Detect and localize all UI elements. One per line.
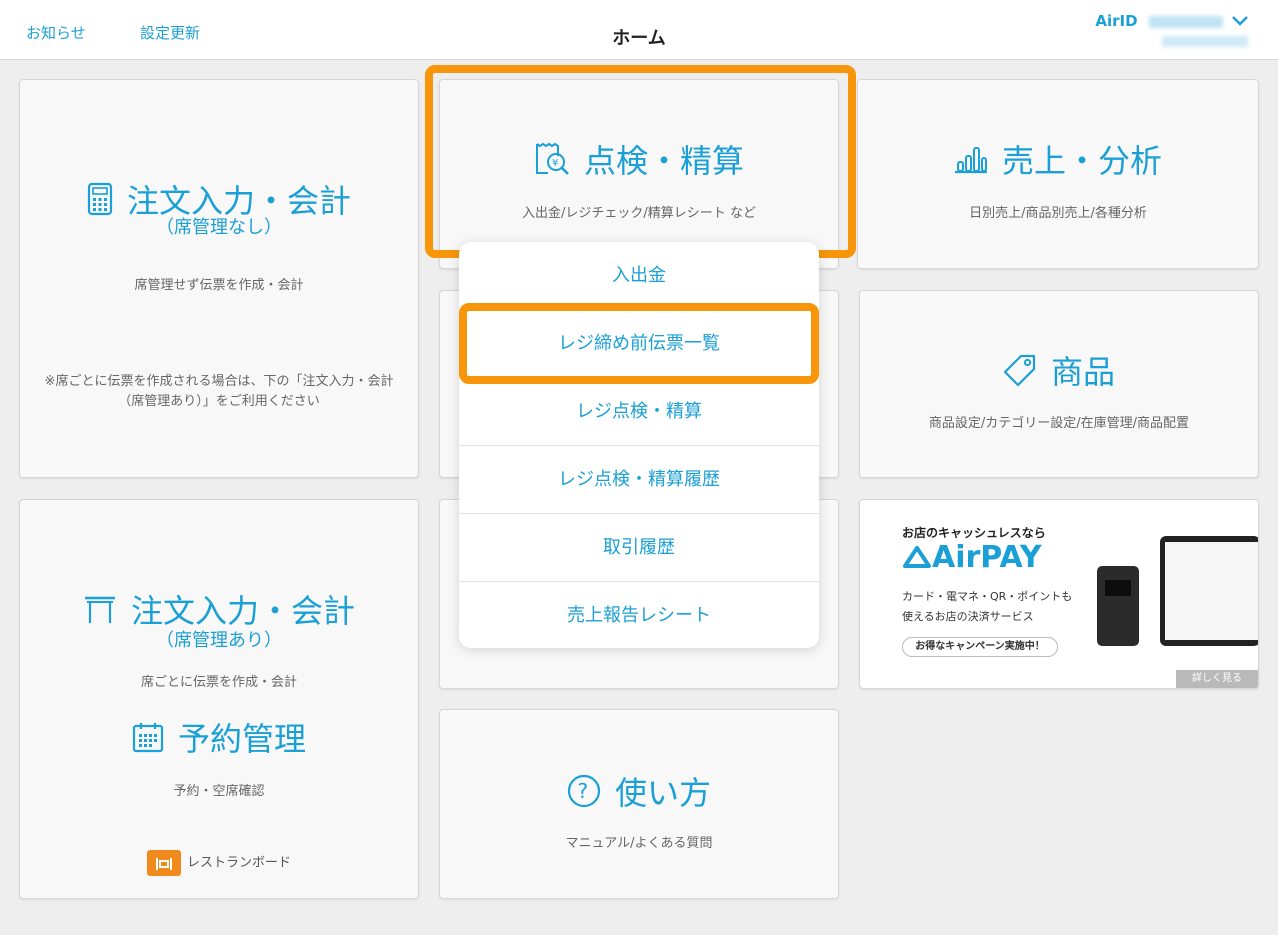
card-terminal-image: [1097, 566, 1139, 646]
restaurant-board-link[interactable]: レストランボード: [20, 850, 418, 876]
order-entry-description: 席管理せず伝票を作成・会計: [134, 278, 304, 293]
reservation-title: 予約管理: [177, 720, 306, 758]
inspection-settlement-card[interactable]: ¥ 点検・精算 入出金/レジチェック/精算レシート など: [439, 79, 839, 269]
restaurant-board-logo-icon: [146, 850, 181, 876]
svg-text:?: ?: [577, 779, 588, 803]
chevron-down-icon: [1232, 14, 1248, 30]
ad-line-1: カード・電マネ・QR・ポイントも: [902, 590, 1073, 603]
airid-account-menu[interactable]: AirID: [1095, 12, 1248, 30]
sales-title: 売上・分析: [1001, 142, 1162, 180]
no-seat-subtitle: （席管理なし）: [156, 217, 282, 238]
airid-label: AirID: [1095, 12, 1138, 30]
sales-description: 日別売上/商品別売上/各種分析: [969, 206, 1147, 221]
reservation-description: 予約・空席確認: [173, 784, 265, 799]
inspection-dropdown-menu: 入出金 レジ締め前伝票一覧 レジ点検・精算 レジ点検・精算履歴 取引履歴 売上報…: [459, 242, 819, 648]
svg-text:¥: ¥: [552, 158, 558, 169]
sales-analysis-card[interactable]: 売上・分析 日別売上/商品別売上/各種分析: [857, 79, 1259, 269]
products-description: 商品設定/カテゴリー設定/在庫管理/商品配置: [928, 416, 1190, 431]
inspection-title: 点検・精算: [583, 142, 744, 180]
inspection-title-row: ¥ 点検・精算: [440, 136, 838, 184]
campaign-button[interactable]: お得なキャンペーン実施中！: [902, 637, 1058, 657]
tablet-image: [1160, 536, 1258, 646]
receipt-search-icon: ¥: [534, 142, 570, 184]
airpay-ad-banner[interactable]: お店のキャッシュレスなら AirPAY カード・電マネ・QR・ポイントも 使える…: [859, 499, 1259, 689]
with-seat-subtitle: （席管理あり）: [156, 630, 282, 651]
restaurant-board-label: レストランボード: [186, 855, 291, 871]
menu-item-deposit-withdrawal[interactable]: 入出金: [459, 242, 819, 310]
airpay-logo-text: AirPAY: [932, 540, 1042, 575]
order-entry-seat-card[interactable]: 注文入力・会計 （席管理あり） 席ごとに伝票を作成・会計 予約管理 予約・空席確…: [19, 499, 419, 899]
order-entry-no-seat-card[interactable]: 注文入力・会計 （席管理なし） 席管理せず伝票を作成・会計 ※席ごとに伝票を作成…: [19, 79, 419, 478]
airpay-logo: AirPAY: [902, 540, 1042, 575]
howto-title: 使い方: [614, 774, 711, 812]
order-entry-note: ※席ごとに伝票を作成される場合は、下の「注文入力・会計（席管理あり）」をご利用く…: [44, 374, 394, 409]
menu-item-inspection-history[interactable]: レジ点検・精算履歴: [459, 446, 819, 514]
menu-item-sales-report-receipt[interactable]: 売上報告レシート: [459, 582, 819, 648]
sales-title-row: 売上・分析: [858, 136, 1258, 182]
how-to-use-card[interactable]: ? 使い方 マニュアル/よくある質問: [439, 709, 839, 899]
calendar-icon: [132, 721, 164, 761]
products-card[interactable]: 商品 商品設定/カテゴリー設定/在庫管理/商品配置: [859, 290, 1259, 478]
reservation-title-row[interactable]: 予約管理: [20, 714, 418, 761]
page-title: ホーム: [612, 28, 666, 49]
ad-line-2: 使えるお店の決済サービス: [902, 610, 1034, 623]
inspection-description: 入出金/レジチェック/精算レシート など: [522, 206, 756, 221]
see-details-button[interactable]: 詳しく見る: [1176, 670, 1258, 688]
howto-title-row: ? 使い方: [440, 768, 838, 816]
products-title: 商品: [1050, 353, 1115, 391]
bar-chart-icon: [954, 144, 988, 182]
help-circle-icon: ?: [567, 774, 601, 816]
menu-item-transaction-history[interactable]: 取引履歴: [459, 514, 819, 582]
tag-icon: [1003, 353, 1037, 395]
order-seat-title: 注文入力・会計: [130, 592, 355, 630]
menu-item-pre-closing-slips[interactable]: レジ締め前伝票一覧: [459, 310, 819, 378]
ad-headline: お店のキャッシュレスなら: [902, 526, 1046, 540]
shop-name-redacted: [1162, 36, 1248, 47]
products-title-row: 商品: [860, 347, 1258, 395]
order-seat-description: 席ごとに伝票を作成・会計: [140, 675, 297, 690]
account-id-redacted: [1148, 15, 1223, 28]
top-bar: お知らせ 設定更新 ホーム AirID: [0, 0, 1278, 60]
menu-item-register-inspection[interactable]: レジ点検・精算: [459, 378, 819, 446]
howto-description: マニュアル/よくある質問: [565, 836, 713, 851]
